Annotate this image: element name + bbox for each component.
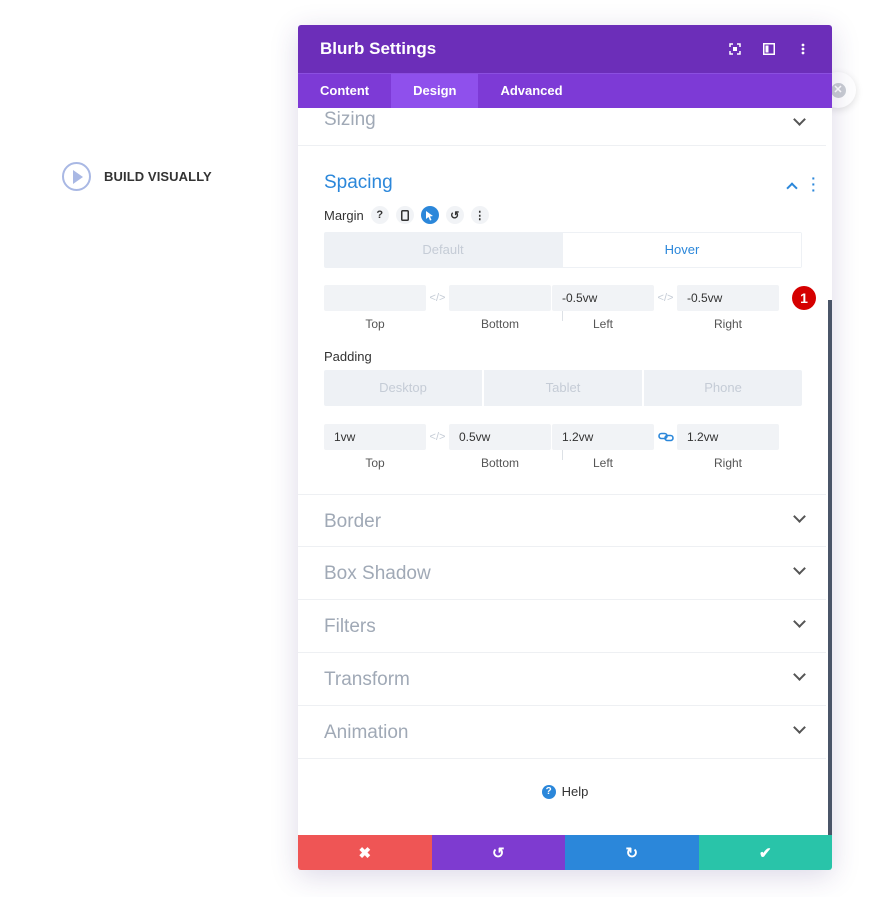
padding-left-field: 1.2vw Left <box>552 424 654 470</box>
help-icon[interactable]: ? <box>370 206 389 224</box>
collapsed-sections: Border Box Shadow Filters Transform Anim… <box>298 494 832 759</box>
section-title: Filters <box>324 616 376 637</box>
settings-modal: Blurb Settings Content Design Advanced S… <box>298 25 832 870</box>
right-label: Right <box>713 317 742 331</box>
margin-left-right: -0.5vw Left </> -0.5vw Right <box>552 285 780 331</box>
undo-icon: ↺ <box>491 844 505 862</box>
tab-advanced[interactable]: Advanced <box>478 74 584 108</box>
redo-button[interactable]: ↻ <box>565 835 699 870</box>
right-label: Right <box>713 456 742 470</box>
hover-cursor-icon[interactable] <box>420 206 439 224</box>
tab-tablet[interactable]: Tablet <box>484 370 644 406</box>
modal-header: Blurb Settings <box>298 25 832 73</box>
section-title[interactable]: Spacing <box>298 172 419 194</box>
tab-phone[interactable]: Phone <box>644 370 802 406</box>
section-border[interactable]: Border <box>298 494 826 547</box>
margin-top-bottom: Top </> Bottom <box>324 285 552 331</box>
padding-bottom-input[interactable]: 0.5vw <box>449 424 551 450</box>
margin-top-field: Top <box>324 285 426 331</box>
padding-left-right: 1.2vw Left 1.2vw Right <box>552 424 780 470</box>
build-visually-link[interactable]: BUILD VISUALLY <box>62 162 212 191</box>
padding-right-field: 1.2vw Right <box>677 424 779 470</box>
scrollbar[interactable] <box>828 300 832 835</box>
build-visually-label: BUILD VISUALLY <box>104 169 212 184</box>
reset-icon[interactable]: ↺ <box>445 206 464 224</box>
modal-body: Sizing Spacing · · · Margin ? ↺ ⋮ Defaul… <box>298 108 832 835</box>
margin-right-input[interactable]: -0.5vw <box>677 285 779 311</box>
play-icon <box>62 162 91 191</box>
link-icon[interactable] <box>654 424 677 450</box>
section-animation[interactable]: Animation <box>298 706 826 759</box>
margin-state-tabs: Default Hover <box>324 232 802 268</box>
cancel-button[interactable]: ✖ <box>298 835 432 870</box>
padding-label: Padding <box>324 349 372 364</box>
section-title: Transform <box>324 669 410 690</box>
padding-top-bottom: 1vw Top </> 0.5vw Bottom <box>324 424 552 470</box>
margin-inputs: Top </> Bottom -0.5vw Left </> -0.5vw Ri… <box>324 285 802 331</box>
modal-footer: ✖ ↺ ↻ ✔ <box>298 835 832 870</box>
padding-device-tabs: Desktop Tablet Phone <box>324 370 802 406</box>
check-icon: ✔ <box>758 844 772 862</box>
undo-button[interactable]: ↺ <box>431 835 565 870</box>
section-more-icon[interactable]: · · · <box>811 171 816 197</box>
tab-desktop[interactable]: Desktop <box>324 370 484 406</box>
margin-label-row: Margin ? ↺ ⋮ <box>324 206 489 224</box>
more-icon[interactable] <box>796 42 810 56</box>
margin-bottom-input[interactable] <box>449 285 551 311</box>
padding-left-input[interactable]: 1.2vw <box>552 424 654 450</box>
section-box-shadow[interactable]: Box Shadow <box>298 547 826 600</box>
padding-bottom-field: 0.5vw Bottom <box>449 424 551 470</box>
unlink-icon[interactable]: </> <box>426 424 449 450</box>
section-title: Animation <box>324 722 409 743</box>
margin-bottom-field: Bottom <box>449 285 551 331</box>
section-transform[interactable]: Transform <box>298 653 826 706</box>
margin-top-input[interactable] <box>324 285 426 311</box>
padding-right-input[interactable]: 1.2vw <box>677 424 779 450</box>
help-link[interactable]: ? Help <box>298 784 832 799</box>
sidebar-icon[interactable] <box>762 42 776 56</box>
tab-content[interactable]: Content <box>298 74 391 108</box>
section-spacing: Spacing ··· Margin ? ↺ ⋮ Default Hover <box>298 108 826 470</box>
save-button[interactable]: ✔ <box>698 835 832 870</box>
help-icon: ? <box>541 784 556 799</box>
padding-top-input[interactable]: 1vw <box>324 424 426 450</box>
bottom-label: Bottom <box>480 317 519 331</box>
more-options-icon[interactable]: ⋮ <box>470 206 489 224</box>
margin-label: Margin <box>324 207 364 223</box>
padding-inputs: 1vw Top </> 0.5vw Bottom 1.2vw Left 1.2v… <box>324 424 802 470</box>
margin-right-field: -0.5vw Right <box>677 285 779 331</box>
margin-left-input[interactable]: -0.5vw <box>552 285 654 311</box>
close-icon: ✖ <box>358 844 372 862</box>
chevron-up-icon[interactable] <box>786 182 798 194</box>
padding-top-field: 1vw Top <box>324 424 426 470</box>
top-label: Top <box>365 317 385 331</box>
mobile-icon[interactable] <box>395 206 414 224</box>
unlink-icon[interactable]: </> <box>654 285 677 311</box>
left-label: Left <box>592 456 613 470</box>
expand-icon[interactable] <box>728 42 742 56</box>
step-badge: 1 <box>792 286 816 310</box>
redo-icon: ↻ <box>625 844 639 862</box>
unlink-icon[interactable]: </> <box>426 285 449 311</box>
bottom-label: Bottom <box>480 456 519 470</box>
tab-bar: Content Design Advanced <box>298 73 832 108</box>
tab-design[interactable]: Design <box>391 74 479 108</box>
help-label: Help <box>561 784 589 799</box>
tab-hover[interactable]: Hover <box>563 233 801 267</box>
top-label: Top <box>365 456 385 470</box>
section-title: Border <box>324 511 382 532</box>
modal-title: Blurb Settings <box>320 39 437 58</box>
left-label: Left <box>592 317 613 331</box>
tab-default[interactable]: Default <box>324 232 562 268</box>
margin-left-field: -0.5vw Left <box>552 285 654 331</box>
close-icon: ✕ <box>830 82 846 98</box>
section-title: Box Shadow <box>324 563 431 584</box>
section-filters[interactable]: Filters <box>298 600 826 653</box>
